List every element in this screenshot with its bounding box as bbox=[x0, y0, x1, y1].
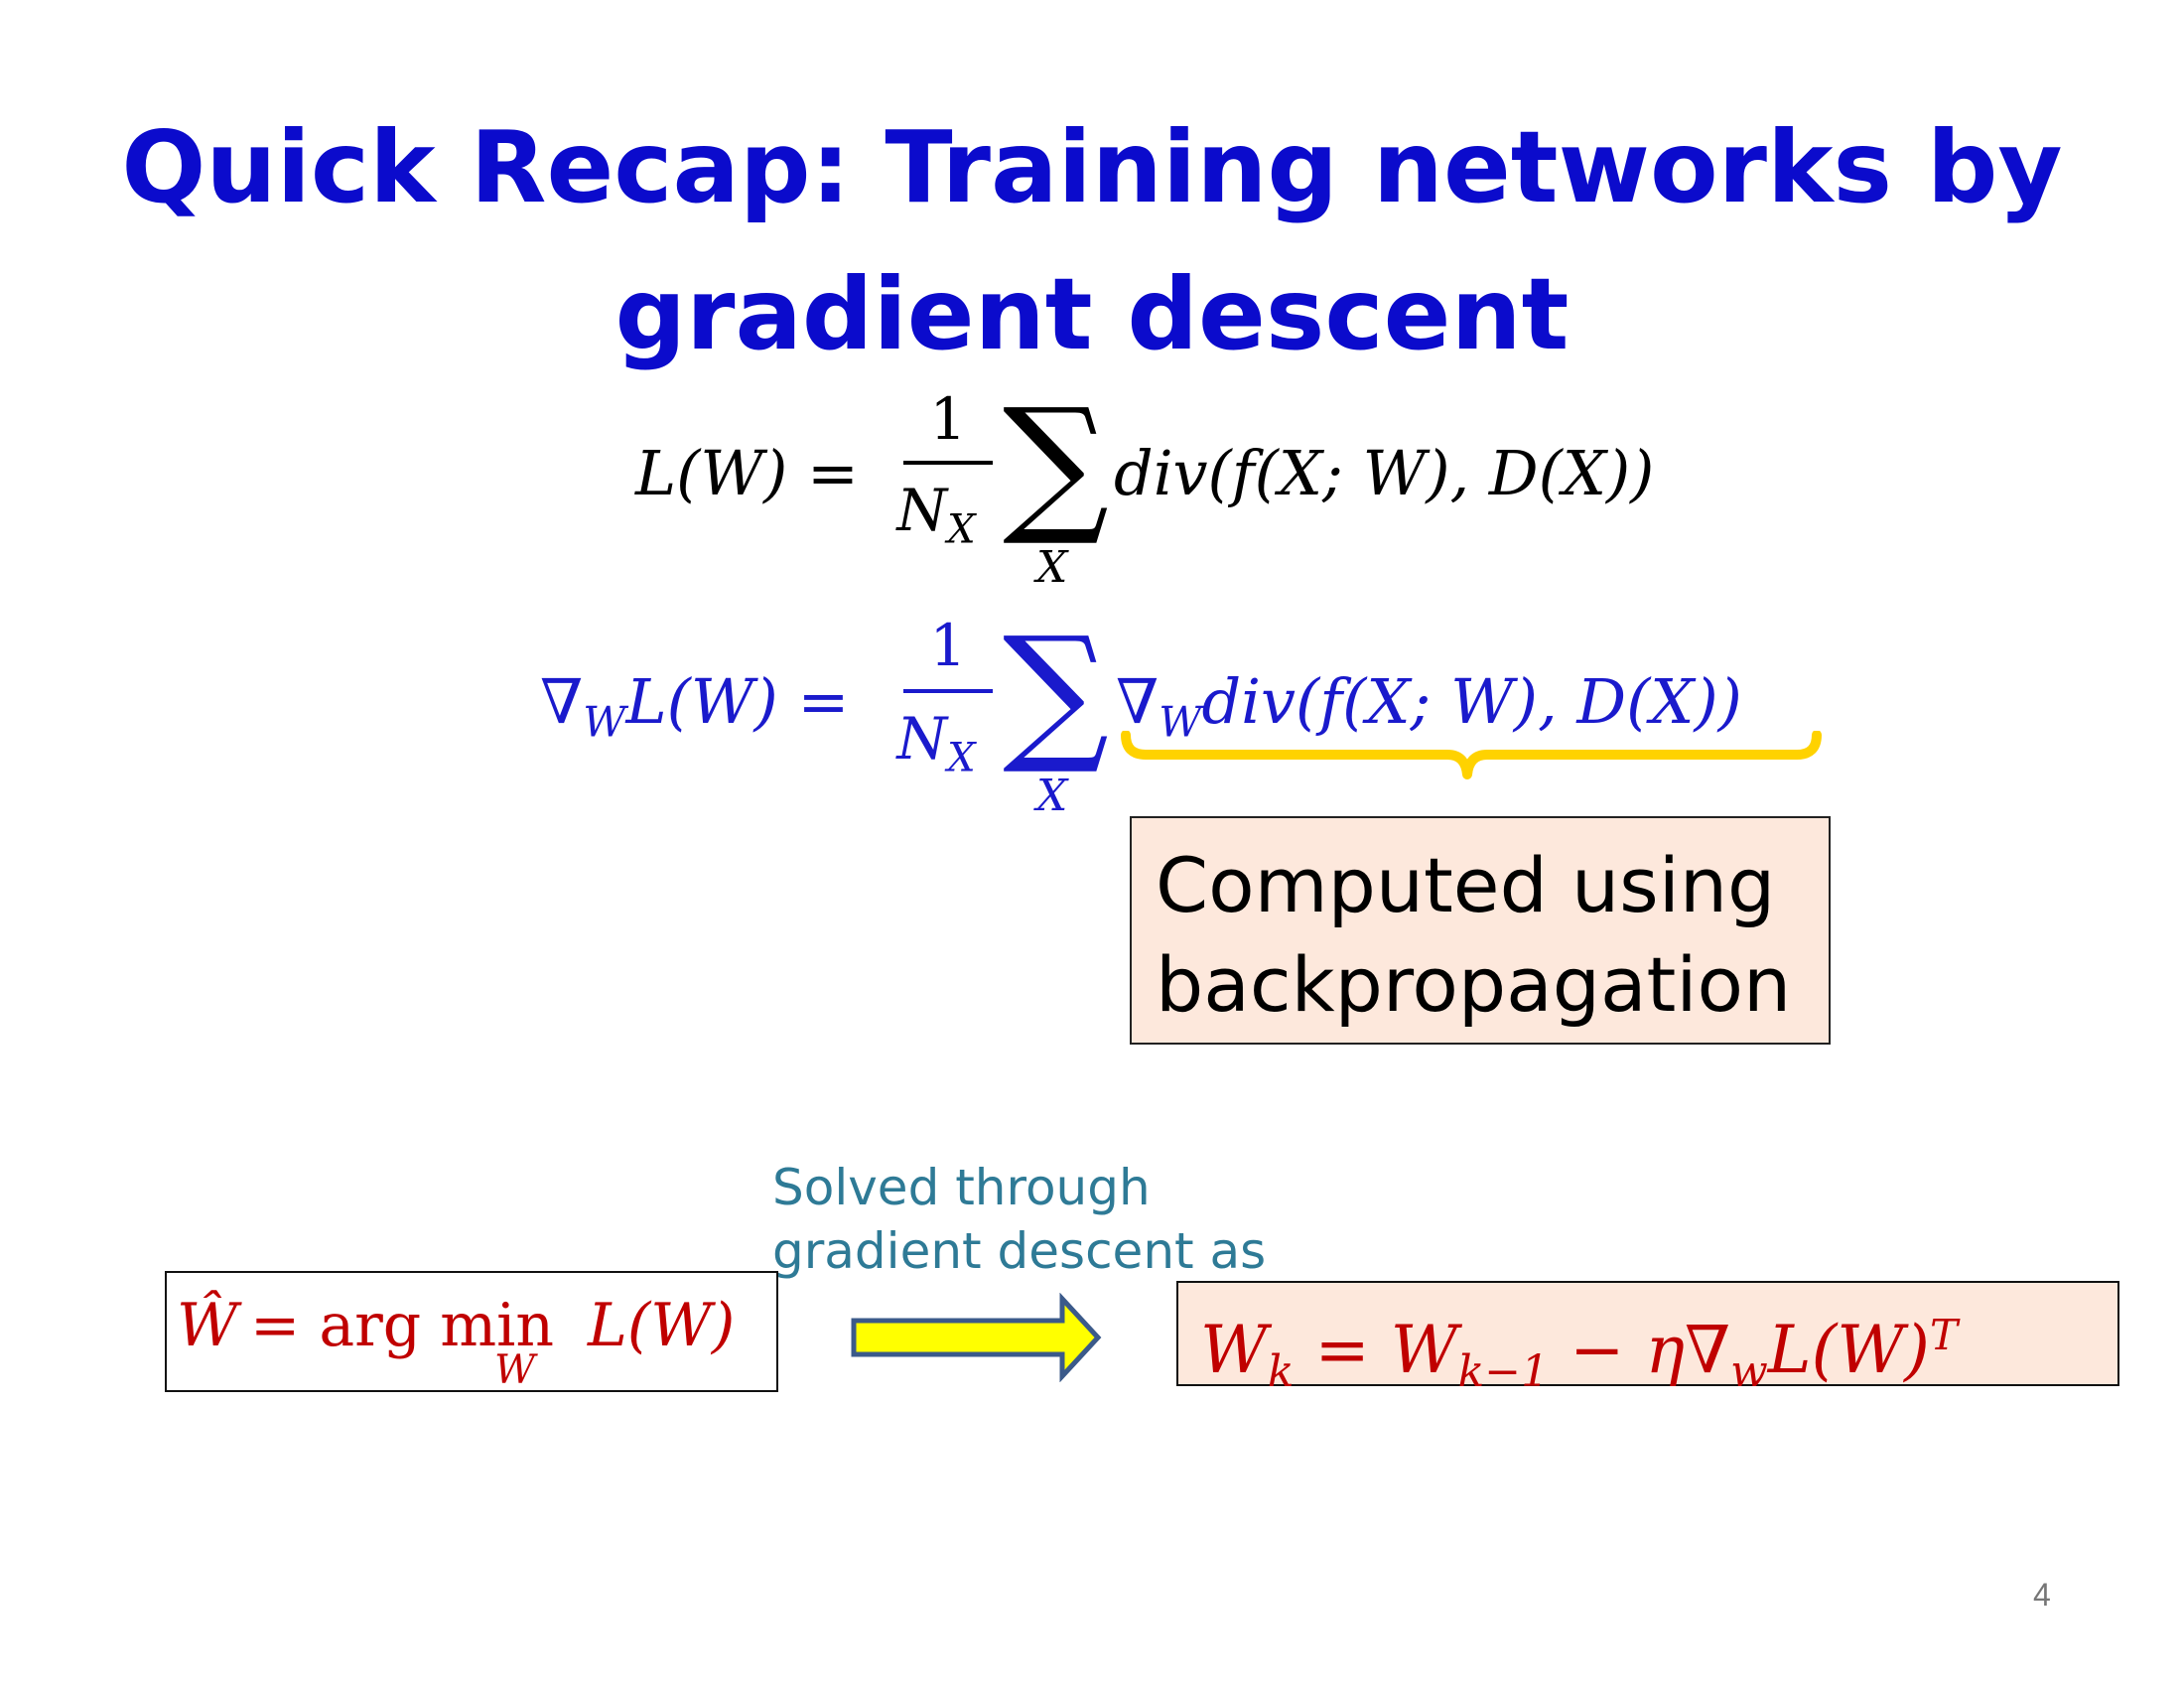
gradient-frac-numerator: 1 bbox=[929, 612, 967, 679]
update-rule: Wk = Wk−1 − η∇wL(W)T bbox=[1200, 1311, 1958, 1398]
backprop-callout: Computed using backpropagation bbox=[1130, 816, 1831, 1045]
gradient-frac-denominator: NX bbox=[896, 705, 976, 781]
page-number: 4 bbox=[2033, 1577, 2051, 1613]
loss-frac-numerator: 1 bbox=[929, 385, 967, 453]
title-line-1: Quick Recap: Training networks by bbox=[121, 109, 2063, 225]
slide: Quick Recap: Training networks by gradie… bbox=[0, 0, 2184, 1688]
gradient-frac-bar bbox=[903, 689, 993, 693]
argmin-box: Ŵ = arg min W L(W) bbox=[165, 1271, 778, 1392]
update-rule-box: Wk = Wk−1 − η∇wL(W)T bbox=[1176, 1281, 2119, 1397]
gradient-sum-symbol: ∑ bbox=[1003, 606, 1110, 778]
argmin-subscript: W bbox=[494, 1347, 536, 1393]
right-arrow-icon bbox=[851, 1293, 1102, 1382]
solved-line-1: Solved through bbox=[772, 1159, 1151, 1216]
gradient-sum-subscript: X bbox=[1036, 771, 1068, 821]
underbrace-icon bbox=[1121, 731, 1822, 779]
loss-sum-subscript: X bbox=[1036, 542, 1068, 593]
loss-lhs: L(W) = bbox=[635, 437, 859, 509]
solved-line-2: gradient descent as bbox=[772, 1222, 1267, 1280]
slide-title: Quick Recap: Training networks by gradie… bbox=[99, 94, 2085, 388]
gradient-lhs: ∇WL(W) = bbox=[540, 665, 850, 747]
loss-rhs: div(f(X; W), D(X)) bbox=[1114, 437, 1655, 509]
backprop-line-1: Computed using bbox=[1156, 841, 1776, 929]
argmin-what: Ŵ bbox=[177, 1291, 238, 1360]
loss-sum-symbol: ∑ bbox=[1003, 377, 1110, 550]
title-line-2: gradient descent bbox=[614, 256, 1570, 372]
argmin-rest: L(W) bbox=[588, 1291, 736, 1360]
backprop-line-2: backpropagation bbox=[1156, 940, 1792, 1029]
loss-frac-bar bbox=[903, 461, 993, 465]
solved-note: Solved through gradient descent as bbox=[772, 1156, 1328, 1283]
loss-frac-denominator: NX bbox=[896, 477, 976, 553]
